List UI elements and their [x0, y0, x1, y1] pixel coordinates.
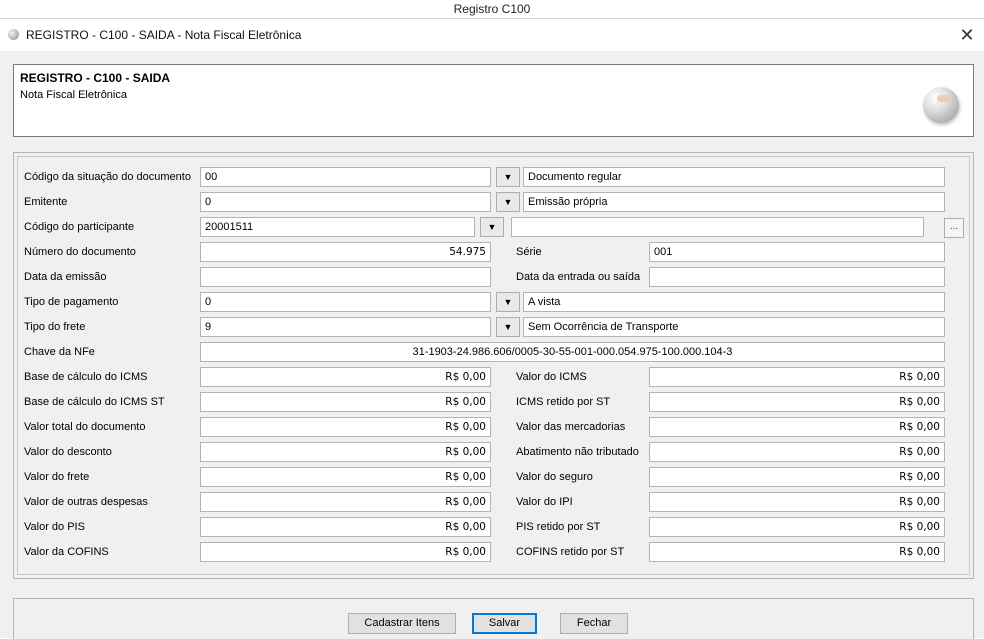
- emitente-input[interactable]: 0: [200, 192, 491, 212]
- title-bar: REGISTRO - C100 - SAIDA - Nota Fiscal El…: [0, 19, 984, 51]
- data-entrada-saida-input[interactable]: [649, 267, 945, 287]
- valor-desconto-label: Valor do desconto: [24, 446, 112, 458]
- emitente-desc: Emissão própria: [523, 192, 945, 212]
- tipo-pagamento-desc: A vista: [523, 292, 945, 312]
- valor-total-doc-input[interactable]: R$ 0,00: [200, 417, 491, 437]
- base-icms-input[interactable]: R$ 0,00: [200, 367, 491, 387]
- header-panel: REGISTRO - C100 - SAIDA Nota Fiscal Elet…: [13, 64, 974, 137]
- cofins-retido-st-input[interactable]: R$ 0,00: [649, 542, 945, 562]
- valor-pis-input[interactable]: R$ 0,00: [200, 517, 491, 537]
- emitente-label: Emitente: [24, 196, 68, 208]
- salvar-button[interactable]: Salvar: [472, 613, 537, 634]
- cod-participante-input[interactable]: 20001511: [200, 217, 475, 237]
- form-panel: Código da situação do documento 00 ▼ Doc…: [13, 152, 974, 579]
- fechar-button[interactable]: Fechar: [560, 613, 628, 634]
- valor-outras-label: Valor de outras despesas: [24, 496, 148, 508]
- valor-icms-label: Valor do ICMS: [516, 371, 587, 383]
- valor-cofins-label: Valor da COFINS: [24, 546, 109, 558]
- icms-retido-st-input[interactable]: R$ 0,00: [649, 392, 945, 412]
- chave-nfe-input[interactable]: 31-1903-24.986.606/0005-30-55-001-000.05…: [200, 342, 945, 362]
- cofins-retido-st-label: COFINS retido por ST: [516, 546, 625, 558]
- pis-retido-st-input[interactable]: R$ 0,00: [649, 517, 945, 537]
- cod-situacao-input[interactable]: 00: [200, 167, 491, 187]
- valor-outras-input[interactable]: R$ 0,00: [200, 492, 491, 512]
- chevron-down-icon[interactable]: ▼: [480, 217, 504, 237]
- chevron-down-icon[interactable]: ▼: [496, 292, 520, 312]
- window-title: REGISTRO - C100 - SAIDA - Nota Fiscal El…: [26, 28, 302, 42]
- cadastrar-itens-button[interactable]: Cadastrar Itens: [348, 613, 456, 634]
- abatimento-input[interactable]: R$ 0,00: [649, 442, 945, 462]
- pis-retido-st-label: PIS retido por ST: [516, 521, 601, 533]
- data-emissao-input[interactable]: [200, 267, 491, 287]
- cod-situacao-label: Código da situação do documento: [24, 171, 191, 183]
- valor-cofins-input[interactable]: R$ 0,00: [200, 542, 491, 562]
- close-icon[interactable]: ✕: [956, 24, 978, 46]
- base-icms-label: Base de cálculo do ICMS: [24, 371, 148, 383]
- app-icon: [8, 29, 19, 40]
- tipo-frete-label: Tipo do frete: [24, 321, 86, 333]
- chevron-down-icon[interactable]: ▼: [496, 317, 520, 337]
- form-inner: Código da situação do documento 00 ▼ Doc…: [17, 156, 970, 575]
- valor-frete-label: Valor do frete: [24, 471, 90, 483]
- data-entrada-saida-label: Data da entrada ou saída: [516, 271, 641, 283]
- header-subtitle: Nota Fiscal Eletrônica: [20, 89, 127, 101]
- valor-mercadorias-input[interactable]: R$ 0,00: [649, 417, 945, 437]
- data-emissao-label: Data da emissão: [24, 271, 107, 283]
- logo: [923, 87, 959, 123]
- valor-total-doc-label: Valor total do documento: [24, 421, 146, 433]
- base-icms-st-label: Base de cálculo do ICMS ST: [24, 396, 165, 408]
- num-doc-label: Número do documento: [24, 246, 136, 258]
- valor-pis-label: Valor do PIS: [24, 521, 85, 533]
- ellipsis-icon[interactable]: ...: [944, 218, 964, 238]
- base-icms-st-input[interactable]: R$ 0,00: [200, 392, 491, 412]
- cod-situacao-desc: Documento regular: [523, 167, 945, 187]
- cod-participante-desc: [511, 217, 924, 237]
- header-title: REGISTRO - C100 - SAIDA: [20, 71, 171, 85]
- dialog-window: REGISTRO - C100 - SAIDA - Nota Fiscal El…: [0, 18, 984, 639]
- serie-label: Série: [516, 246, 542, 258]
- num-doc-input[interactable]: 54.975: [200, 242, 491, 262]
- valor-icms-input[interactable]: R$ 0,00: [649, 367, 945, 387]
- tipo-frete-input[interactable]: 9: [200, 317, 491, 337]
- tipo-pagamento-input[interactable]: 0: [200, 292, 491, 312]
- tipo-frete-desc: Sem Ocorrência de Transporte: [523, 317, 945, 337]
- icms-retido-st-label: ICMS retido por ST: [516, 396, 611, 408]
- valor-seguro-label: Valor do seguro: [516, 471, 593, 483]
- chave-nfe-label: Chave da NFe: [24, 346, 95, 358]
- valor-desconto-input[interactable]: R$ 0,00: [200, 442, 491, 462]
- valor-mercadorias-label: Valor das mercadorias: [516, 421, 626, 433]
- button-panel: Cadastrar Itens Salvar Fechar: [13, 598, 974, 639]
- chevron-down-icon[interactable]: ▼: [496, 192, 520, 212]
- valor-seguro-input[interactable]: R$ 0,00: [649, 467, 945, 487]
- tipo-pagamento-label: Tipo de pagamento: [24, 296, 119, 308]
- valor-ipi-input[interactable]: R$ 0,00: [649, 492, 945, 512]
- window-caption: Registro C100: [0, 0, 984, 18]
- valor-frete-input[interactable]: R$ 0,00: [200, 467, 491, 487]
- serie-input[interactable]: 001: [649, 242, 945, 262]
- chevron-down-icon[interactable]: ▼: [496, 167, 520, 187]
- valor-ipi-label: Valor do IPI: [516, 496, 573, 508]
- abatimento-label: Abatimento não tributado: [516, 446, 639, 458]
- cod-participante-label: Código do participante: [24, 221, 135, 233]
